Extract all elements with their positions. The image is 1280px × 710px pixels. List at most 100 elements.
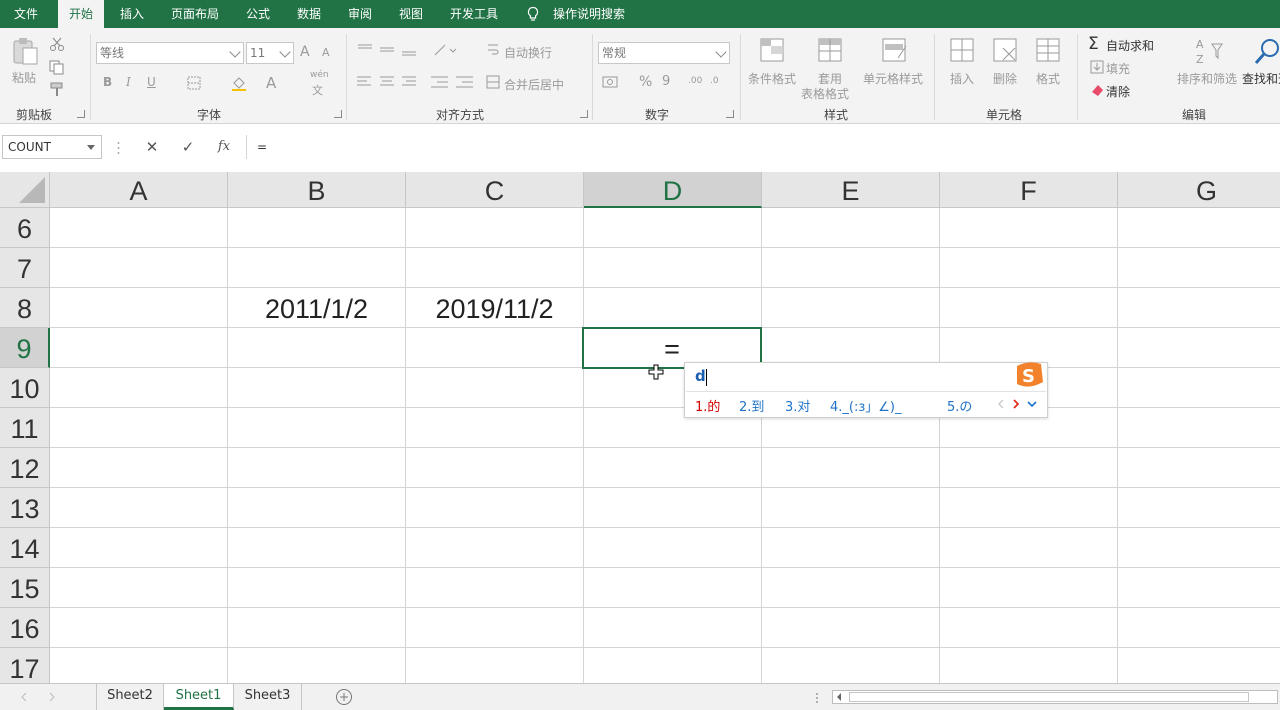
eraser-icon[interactable] bbox=[1090, 83, 1104, 97]
ime-candidate-1[interactable]: 1.的 bbox=[695, 396, 720, 415]
sort-filter-button[interactable]: 排序和筛选 bbox=[1177, 70, 1237, 87]
cell-f15[interactable] bbox=[940, 568, 1118, 608]
cell-a8[interactable] bbox=[50, 288, 228, 328]
cell-e15[interactable] bbox=[762, 568, 940, 608]
cell-f16[interactable] bbox=[940, 608, 1118, 648]
cell-g6[interactable] bbox=[1118, 208, 1280, 248]
format-cells-icon[interactable] bbox=[1034, 36, 1064, 66]
scroll-left-icon[interactable] bbox=[835, 693, 843, 701]
sheet-tab-sheet3[interactable]: Sheet3 bbox=[234, 684, 302, 710]
cell-d13[interactable] bbox=[584, 488, 762, 528]
cell-e14[interactable] bbox=[762, 528, 940, 568]
cell-f12[interactable] bbox=[940, 448, 1118, 488]
clipboard-launcher-icon[interactable] bbox=[77, 110, 85, 118]
row-header-9[interactable]: 9 bbox=[0, 328, 50, 368]
tab-file[interactable]: 文件 bbox=[0, 0, 52, 28]
cell-a17[interactable] bbox=[50, 648, 228, 683]
cut-icon[interactable] bbox=[48, 36, 66, 52]
fill-button[interactable]: 填充 bbox=[1106, 60, 1130, 77]
drag-handle-icon[interactable] bbox=[117, 140, 120, 156]
bold-button[interactable]: B bbox=[103, 75, 112, 89]
cell-b7[interactable] bbox=[228, 248, 406, 288]
tab-review[interactable]: 审阅 bbox=[338, 0, 382, 28]
cell-e8[interactable] bbox=[762, 288, 940, 328]
underline-button[interactable]: U bbox=[147, 75, 156, 89]
cell-g9[interactable] bbox=[1118, 328, 1280, 368]
tab-view[interactable]: 视图 bbox=[389, 0, 433, 28]
delete-cells-button[interactable]: 删除 bbox=[993, 70, 1017, 87]
cell-a14[interactable] bbox=[50, 528, 228, 568]
cell-b11[interactable] bbox=[228, 408, 406, 448]
decrease-decimal-button[interactable]: .0 bbox=[710, 76, 719, 86]
column-header-c[interactable]: C bbox=[406, 172, 584, 208]
cell-a7[interactable] bbox=[50, 248, 228, 288]
formula-input[interactable]: = bbox=[246, 135, 1280, 159]
autosum-icon[interactable]: Σ bbox=[1088, 34, 1099, 54]
phonetic-wen[interactable]: wén bbox=[310, 70, 329, 80]
cell-c13[interactable] bbox=[406, 488, 584, 528]
tab-developer[interactable]: 开发工具 bbox=[441, 0, 507, 28]
row-header-7[interactable]: 7 bbox=[0, 248, 50, 288]
tab-formulas[interactable]: 公式 bbox=[236, 0, 280, 28]
ime-candidate-2[interactable]: 2.到 bbox=[739, 396, 764, 415]
phonetic-button[interactable]: 文 bbox=[312, 82, 323, 98]
indent-icons[interactable] bbox=[430, 74, 474, 90]
cell-e6[interactable] bbox=[762, 208, 940, 248]
sort-filter-icon[interactable]: AZ bbox=[1194, 36, 1224, 66]
cell-g12[interactable] bbox=[1118, 448, 1280, 488]
ime-candidate-4[interactable]: 4._(:з」∠)_ bbox=[830, 396, 902, 415]
cell-c10[interactable] bbox=[406, 368, 584, 408]
wrap-text-icon[interactable] bbox=[486, 42, 500, 58]
ime-expand-icon[interactable] bbox=[1025, 398, 1039, 410]
cell-b6[interactable] bbox=[228, 208, 406, 248]
cell-d14[interactable] bbox=[584, 528, 762, 568]
cell-c15[interactable] bbox=[406, 568, 584, 608]
cell-c14[interactable] bbox=[406, 528, 584, 568]
cell-e7[interactable] bbox=[762, 248, 940, 288]
tab-home[interactable]: 开始 bbox=[58, 0, 104, 28]
cell-g14[interactable] bbox=[1118, 528, 1280, 568]
alignment-launcher-icon[interactable] bbox=[580, 110, 588, 118]
cell-a12[interactable] bbox=[50, 448, 228, 488]
conditional-formatting-icon[interactable] bbox=[758, 36, 788, 66]
merge-center-button[interactable]: 合并后居中 bbox=[504, 76, 564, 93]
row-header-16[interactable]: 16 bbox=[0, 608, 50, 648]
font-name-dropdown[interactable]: 等线 bbox=[96, 42, 244, 64]
grow-font-button[interactable]: A bbox=[300, 44, 310, 60]
cell-d8[interactable] bbox=[584, 288, 762, 328]
cell-styles-button[interactable]: 单元格样式 bbox=[863, 70, 923, 87]
horizontal-scrollbar[interactable] bbox=[832, 690, 1278, 704]
cell-f8[interactable] bbox=[940, 288, 1118, 328]
cell-c9[interactable] bbox=[406, 328, 584, 368]
row-header-6[interactable]: 6 bbox=[0, 208, 50, 248]
ime-candidate-5[interactable]: 5.の bbox=[947, 396, 972, 415]
cell-d12[interactable] bbox=[584, 448, 762, 488]
tab-page-layout[interactable]: 页面布局 bbox=[162, 0, 228, 28]
cell-e17[interactable] bbox=[762, 648, 940, 683]
shrink-font-button[interactable]: A bbox=[322, 46, 330, 59]
border-icon[interactable] bbox=[186, 75, 202, 91]
cell-f7[interactable] bbox=[940, 248, 1118, 288]
cell-c7[interactable] bbox=[406, 248, 584, 288]
row-header-14[interactable]: 14 bbox=[0, 528, 50, 568]
column-header-g[interactable]: G bbox=[1118, 172, 1280, 208]
paste-label[interactable]: 粘贴 bbox=[12, 69, 36, 86]
cancel-entry-button[interactable]: ✕ bbox=[142, 137, 162, 157]
cell-c12[interactable] bbox=[406, 448, 584, 488]
insert-cells-icon[interactable] bbox=[948, 36, 978, 66]
format-as-table-icon[interactable] bbox=[816, 36, 846, 66]
autosum-button[interactable]: 自动求和 bbox=[1106, 37, 1154, 54]
lightbulb-icon[interactable] bbox=[525, 6, 541, 22]
cell-g13[interactable] bbox=[1118, 488, 1280, 528]
row-header-11[interactable]: 11 bbox=[0, 408, 50, 448]
font-color-button[interactable]: A bbox=[266, 74, 276, 92]
cell-b15[interactable] bbox=[228, 568, 406, 608]
font-launcher-icon[interactable] bbox=[334, 110, 342, 118]
cell-e16[interactable] bbox=[762, 608, 940, 648]
cell-g7[interactable] bbox=[1118, 248, 1280, 288]
font-size-dropdown[interactable]: 11 bbox=[246, 42, 294, 64]
comma-style-button[interactable]: 9 bbox=[662, 74, 670, 89]
delete-cells-icon[interactable] bbox=[991, 36, 1021, 66]
vertical-align-icons[interactable] bbox=[356, 42, 416, 58]
cell-b13[interactable] bbox=[228, 488, 406, 528]
